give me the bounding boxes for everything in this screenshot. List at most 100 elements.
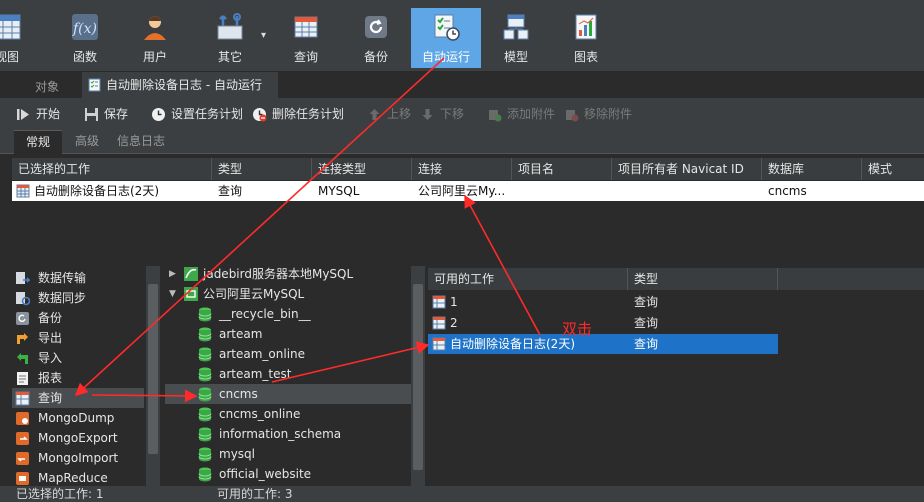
set-schedule-label: 设置任务计划	[171, 107, 244, 121]
category-import[interactable]: 导入	[12, 348, 144, 368]
query-table-icon	[432, 295, 446, 309]
category-label: 报表	[38, 371, 63, 385]
add-attachment-button[interactable]: 添加附件	[487, 104, 555, 124]
report-icon	[17, 372, 28, 385]
ribbon-backup-button[interactable]: 备份	[341, 8, 411, 68]
category-mongoexport[interactable]: MongoExport	[12, 428, 144, 448]
save-button[interactable]: 保存	[84, 104, 128, 124]
category-backup[interactable]: 备份	[12, 308, 144, 328]
tab-automation-document[interactable]: 自动删除设备日志 - 自动运行	[82, 72, 278, 98]
list-item-selected[interactable]: 自动删除设备日志(2天) 查询	[428, 334, 778, 354]
ribbon-label: 查询	[293, 50, 318, 64]
ribbon-user-button[interactable]: 用户	[120, 8, 190, 68]
ribbon-label: 模型	[503, 50, 528, 64]
tree-label: 公司阿里云MySQL	[203, 287, 305, 301]
column-header[interactable]: 模式	[862, 158, 924, 180]
backup-icon	[365, 16, 387, 38]
collapse-arrow-icon[interactable]: ▶	[169, 266, 179, 284]
database-icon	[198, 427, 212, 442]
database-icon	[198, 467, 212, 482]
tree-connection-local[interactable]: jadebird服务器本地MySQL	[183, 266, 405, 284]
ribbon-function-button[interactable]: f(x) 函数	[50, 8, 120, 68]
category-report[interactable]: 报表	[12, 368, 144, 388]
category-mapreduce[interactable]: MapReduce	[12, 468, 144, 486]
category-data-transfer[interactable]: 数据传输	[12, 268, 144, 288]
column-header[interactable]: 已选择的工作	[12, 158, 212, 180]
column-header[interactable]: 连接	[412, 158, 512, 180]
scrollbar-thumb[interactable]	[413, 284, 423, 470]
query-table-icon	[432, 337, 446, 351]
set-schedule-button[interactable]: 设置任务计划	[151, 104, 243, 124]
tab-objects[interactable]: 对象	[14, 76, 80, 98]
automation-icon	[434, 14, 460, 41]
tools-icon	[217, 13, 243, 40]
move-down-label: 下移	[440, 107, 465, 121]
tree-database-item[interactable]: arteam_test	[165, 364, 411, 384]
column-header[interactable]: 类型	[212, 158, 312, 180]
mongoexport-icon	[16, 432, 29, 445]
ribbon-chart-button[interactable]: 图表	[551, 8, 621, 68]
selected-jobs-empty-area[interactable]	[12, 201, 924, 263]
table-row[interactable]: 自动删除设备日志(2天) 查询 MYSQL 公司阿里云My... cncms	[12, 181, 924, 201]
scrollbar-thumb[interactable]	[148, 284, 158, 454]
expand-arrow-icon[interactable]: ▼	[169, 284, 179, 304]
ribbon-label: 函数	[72, 50, 97, 64]
play-icon	[17, 109, 29, 120]
available-jobs-header: 可用的工作 类型	[428, 268, 924, 290]
category-label: 查询	[38, 391, 63, 405]
ribbon-query-button[interactable]: 查询	[271, 8, 341, 68]
tree-database-item[interactable]: cncms_online	[165, 404, 411, 424]
tree-database-item[interactable]: mysql	[165, 444, 411, 464]
cell-project	[512, 181, 612, 201]
ribbon-other-button[interactable]: 其它	[195, 8, 265, 68]
ribbon-view-button[interactable]: 视图	[0, 8, 34, 68]
category-query[interactable]: 查询	[12, 388, 144, 408]
tree-scrollbar[interactable]	[411, 266, 425, 486]
import-icon	[17, 353, 28, 364]
category-mongodump[interactable]: MongoDump	[12, 408, 144, 428]
category-export[interactable]: 导出	[12, 328, 144, 348]
ribbon-other-dropdown-icon[interactable]: ▾	[261, 30, 271, 41]
mysql-connection-icon	[184, 287, 198, 301]
category-data-sync[interactable]: 数据同步	[12, 288, 144, 308]
column-header[interactable]: 项目名	[512, 158, 612, 180]
document-tabs: 对象 自动删除设备日志 - 自动运行	[0, 72, 924, 98]
column-header[interactable]: 类型	[628, 268, 778, 290]
mysql-connection-icon	[184, 267, 198, 281]
category-label: 导入	[38, 351, 63, 365]
tree-database-item[interactable]: __recycle_bin__	[165, 304, 411, 324]
database-icon	[198, 327, 212, 342]
tab-general[interactable]: 常规	[14, 130, 62, 154]
tree-database-item[interactable]: cncms	[165, 384, 411, 404]
move-up-button[interactable]: 上移	[367, 104, 411, 124]
tab-info-log[interactable]: 信息日志	[112, 130, 170, 154]
category-label: MongoDump	[38, 411, 115, 425]
ribbon-label: 其它	[217, 50, 242, 64]
cell-connection: 公司阿里云My...	[418, 184, 506, 198]
list-item[interactable]: 2 查询	[428, 313, 778, 333]
category-scrollbar[interactable]	[146, 266, 160, 486]
category-mongoimport[interactable]: MongoImport	[12, 448, 144, 468]
move-down-button[interactable]: 下移	[420, 104, 464, 124]
tree-database-item[interactable]: arteam_online	[165, 344, 411, 364]
database-icon	[198, 407, 212, 422]
ribbon-model-button[interactable]: 模型	[481, 8, 551, 68]
tree-database-item[interactable]: arteam	[165, 324, 411, 344]
column-header[interactable]: 连接类型	[312, 158, 412, 180]
tree-label: jadebird服务器本地MySQL	[203, 267, 354, 281]
start-button[interactable]: 开始	[16, 104, 60, 124]
list-item[interactable]: 1 查询	[428, 292, 778, 312]
column-header[interactable]: 项目所有者 Navicat ID	[612, 158, 762, 180]
tree-database-item[interactable]: official_website	[165, 464, 411, 484]
column-header[interactable]: 可用的工作	[428, 268, 628, 290]
remove-attachment-button[interactable]: 移除附件	[564, 104, 632, 124]
job-type: 查询	[634, 295, 659, 309]
column-header[interactable]: 数据库	[762, 158, 862, 180]
status-available-count: 可用的工作: 3	[217, 487, 293, 501]
tree-connection-aliyun[interactable]: 公司阿里云MySQL	[183, 284, 405, 304]
ribbon-automation-button[interactable]: 自动运行	[411, 8, 481, 68]
tree-database-item[interactable]: information_schema	[165, 424, 411, 444]
delete-schedule-button[interactable]: 删除任务计划	[252, 104, 344, 124]
tab-advanced[interactable]: 高级	[64, 130, 110, 154]
svg-text:f(x): f(x)	[72, 21, 97, 37]
